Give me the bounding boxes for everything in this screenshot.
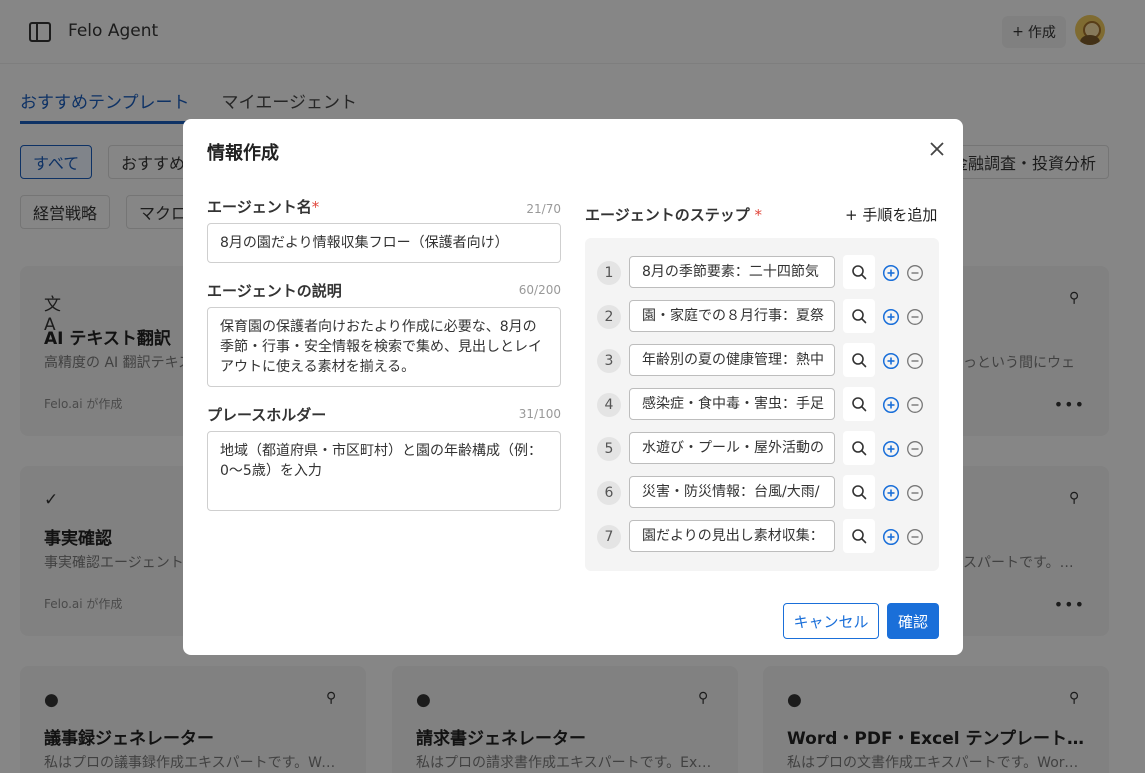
agent-description-counter: 60/200 [518, 283, 561, 297]
remove-circle-icon[interactable] [906, 308, 924, 326]
cancel-button[interactable]: キャンセル [783, 603, 879, 639]
create-agent-dialog: 情報作成 エージェント名* 21/70 8月の園だより情報収集フロー（保護者向け… [183, 119, 963, 655]
add-circle-icon[interactable] [882, 528, 900, 546]
confirm-button[interactable]: 確認 [887, 603, 939, 639]
step-row: 2 園・家庭での８月行事：夏祭 [585, 299, 939, 334]
agent-name-counter: 21/70 [526, 202, 561, 216]
step-row: 5 水遊び・プール・屋外活動の [585, 431, 939, 466]
step-input[interactable]: 災害・防災情報：台風/大雨/ [629, 476, 835, 508]
steps-list: 1 8月の季節要素：二十四節気 2 園・家庭での８月行事：夏祭 3 年齢別の夏の… [585, 238, 939, 571]
step-input[interactable]: 年齢別の夏の健康管理：熱中 [629, 344, 835, 376]
remove-circle-icon[interactable] [906, 528, 924, 546]
step-number: 2 [597, 305, 621, 329]
placeholder-counter: 31/100 [518, 407, 561, 421]
dialog-title: 情報作成 [207, 143, 279, 164]
step-number: 5 [597, 437, 621, 461]
agent-name-input[interactable]: 8月の園だより情報収集フロー（保護者向け） [207, 223, 561, 263]
add-step-button[interactable]: + 手順を追加 [845, 204, 937, 225]
remove-circle-icon[interactable] [906, 484, 924, 502]
step-input[interactable]: 8月の季節要素：二十四節気 [629, 256, 835, 288]
step-input[interactable]: 水遊び・プール・屋外活動の [629, 432, 835, 464]
remove-circle-icon[interactable] [906, 264, 924, 282]
add-circle-icon[interactable] [882, 396, 900, 414]
step-search-button[interactable] [843, 255, 875, 289]
remove-circle-icon[interactable] [906, 396, 924, 414]
agent-steps-label: エージェントのステップ * [585, 204, 762, 225]
step-row: 3 年齢別の夏の健康管理：熱中 [585, 343, 939, 378]
step-number: 3 [597, 349, 621, 373]
step-search-button[interactable] [843, 431, 875, 465]
step-row: 4 感染症・食中毒・害虫：手足 [585, 387, 939, 422]
remove-circle-icon[interactable] [906, 352, 924, 370]
step-number: 1 [597, 261, 621, 285]
step-input[interactable]: 園・家庭での８月行事：夏祭 [629, 300, 835, 332]
add-circle-icon[interactable] [882, 352, 900, 370]
step-number: 6 [597, 481, 621, 505]
add-circle-icon[interactable] [882, 484, 900, 502]
remove-circle-icon[interactable] [906, 440, 924, 458]
step-row: 6 災害・防災情報：台風/大雨/ [585, 475, 939, 510]
search-icon [852, 441, 867, 456]
step-search-button[interactable] [843, 343, 875, 377]
step-search-button[interactable] [843, 519, 875, 553]
add-circle-icon[interactable] [882, 264, 900, 282]
placeholder-label: プレースホルダー [207, 406, 327, 424]
close-icon[interactable] [927, 139, 947, 159]
step-row: 7 園だよりの見出し素材収集： [585, 519, 939, 554]
search-icon [852, 309, 867, 324]
step-number: 4 [597, 393, 621, 417]
agent-steps-label-text: エージェントのステップ [585, 206, 750, 224]
required-mark: * [311, 198, 320, 216]
agent-name-label: エージェント名* [207, 196, 319, 217]
search-icon [852, 265, 867, 280]
agent-name-label-text: エージェント名 [207, 198, 312, 216]
agent-description-label: エージェントの説明 [207, 282, 342, 300]
add-circle-icon[interactable] [882, 308, 900, 326]
step-input[interactable]: 感染症・食中毒・害虫：手足 [629, 388, 835, 420]
step-input[interactable]: 園だよりの見出し素材収集： [629, 520, 835, 552]
step-number: 7 [597, 525, 621, 549]
step-search-button[interactable] [843, 387, 875, 421]
search-icon [852, 529, 867, 544]
step-search-button[interactable] [843, 299, 875, 333]
agent-description-textarea[interactable]: 保育園の保護者向けおたより作成に必要な、8月の季節・行事・安全情報を検索で集め、… [207, 307, 561, 387]
add-circle-icon[interactable] [882, 440, 900, 458]
step-row: 1 8月の季節要素：二十四節気 [585, 255, 939, 290]
required-mark: * [749, 206, 762, 224]
search-icon [852, 353, 867, 368]
search-icon [852, 397, 867, 412]
search-icon [852, 485, 867, 500]
placeholder-textarea[interactable]: 地域（都道府県・市区町村）と園の年齢構成（例：0〜5歳）を入力 [207, 431, 561, 511]
step-search-button[interactable] [843, 475, 875, 509]
